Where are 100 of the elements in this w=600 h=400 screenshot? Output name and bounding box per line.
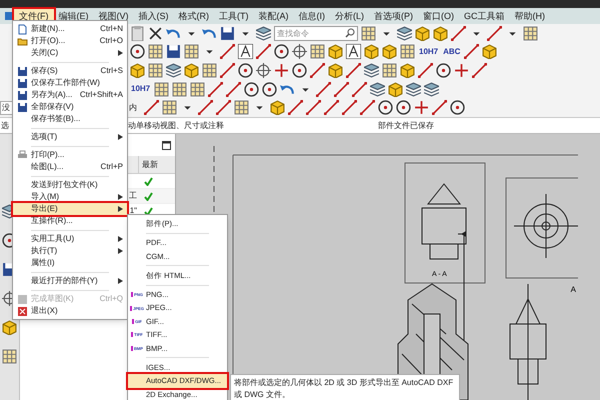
grid-icon[interactable] xyxy=(202,62,217,78)
line-icon[interactable] xyxy=(472,62,487,78)
menu-item[interactable]: 最近打开的部件(Y) xyxy=(13,275,127,287)
circle-icon[interactable] xyxy=(244,82,260,97)
menu-item[interactable]: 另存为(A)... Ctrl+Shift+A xyxy=(13,89,127,101)
menu-item[interactable]: 窗口(O) xyxy=(418,9,459,23)
column-header[interactable]: 最新 xyxy=(139,156,175,173)
menu-item[interactable]: 退出(X) xyxy=(13,305,127,317)
line-icon[interactable] xyxy=(360,100,375,116)
cube-icon[interactable] xyxy=(400,62,415,78)
circle-icon[interactable] xyxy=(378,100,393,116)
grid-icon[interactable] xyxy=(361,26,376,41)
line-icon[interactable] xyxy=(220,44,235,60)
cube-icon[interactable] xyxy=(130,62,145,78)
layers-icon[interactable] xyxy=(397,26,412,41)
layers-icon[interactable] xyxy=(364,62,379,78)
line-icon[interactable] xyxy=(216,100,231,116)
circle-icon[interactable] xyxy=(274,44,289,60)
menu-item[interactable]: 仅保存工作部件(W) xyxy=(13,77,127,89)
plus-icon[interactable] xyxy=(454,62,469,78)
line-icon[interactable] xyxy=(352,82,368,97)
toolbar-icon-label[interactable]: 10H7 xyxy=(130,83,152,96)
grid-icon[interactable] xyxy=(162,100,177,116)
line-icon[interactable] xyxy=(198,100,213,116)
layers-icon[interactable] xyxy=(424,82,440,97)
grid-icon[interactable] xyxy=(523,26,538,41)
letter-icon[interactable] xyxy=(346,44,361,60)
line-icon[interactable] xyxy=(346,62,361,78)
cube-icon[interactable] xyxy=(364,44,379,60)
cube-icon[interactable] xyxy=(415,26,430,41)
cube-icon[interactable] xyxy=(328,62,343,78)
menu-item[interactable]: 关闭(C) xyxy=(13,47,127,59)
toolbar-icon-label[interactable]: 10H7 xyxy=(418,46,440,58)
menu-item[interactable]: 实用工具(U) xyxy=(13,233,127,245)
line-icon[interactable] xyxy=(288,100,303,116)
save-icon[interactable] xyxy=(166,44,181,60)
toolbar-icon-label[interactable]: ABC xyxy=(442,46,462,58)
layers-icon[interactable] xyxy=(256,26,271,41)
menu-item[interactable]: 工具(T) xyxy=(214,9,254,23)
menu-item[interactable]: 保存书签(B)... xyxy=(13,113,127,125)
menu-item[interactable]: 绘图(L)... Ctrl+P xyxy=(13,161,127,173)
plus-icon[interactable] xyxy=(274,62,289,78)
circle-icon[interactable] xyxy=(262,82,278,97)
line-icon[interactable] xyxy=(226,82,242,97)
menu-item[interactable]: 保存(S) Ctrl+S xyxy=(13,65,127,77)
menu-item[interactable]: 插入(S) xyxy=(134,9,174,23)
grid-icon[interactable] xyxy=(148,62,163,78)
line-icon[interactable] xyxy=(342,100,357,116)
menu-item[interactable]: 格式(R) xyxy=(174,9,214,23)
line-icon[interactable] xyxy=(316,82,332,97)
line-icon[interactable] xyxy=(464,44,480,60)
cube-icon[interactable] xyxy=(184,62,199,78)
grid-icon[interactable] xyxy=(154,82,170,97)
cube-icon[interactable] xyxy=(388,82,404,97)
layers-icon[interactable] xyxy=(370,82,386,97)
cube-icon[interactable] xyxy=(433,26,448,41)
menu-item[interactable]: 信息(I) xyxy=(294,9,330,23)
cube-icon[interactable] xyxy=(382,44,397,60)
menu-item[interactable]: 分析(L) xyxy=(330,9,369,23)
line-icon[interactable] xyxy=(334,82,350,97)
letter-icon[interactable] xyxy=(238,44,253,60)
line-icon[interactable] xyxy=(256,44,271,60)
menu-item[interactable]: 执行(T) xyxy=(13,245,127,257)
menu-item[interactable]: 导入(M) xyxy=(13,191,127,203)
layers-icon[interactable] xyxy=(166,62,181,78)
line-icon[interactable] xyxy=(432,100,447,116)
line-icon[interactable] xyxy=(451,26,466,41)
menu-item[interactable]: 打印(P)... xyxy=(13,149,127,161)
menu-item[interactable]: 首选项(P) xyxy=(369,9,418,23)
crosshair-icon[interactable] xyxy=(292,44,307,60)
crosshair-icon[interactable] xyxy=(256,62,271,78)
menu-item[interactable]: 选项(T) xyxy=(13,131,127,143)
search-field[interactable]: 查找命令 xyxy=(274,26,358,41)
grid-icon[interactable] xyxy=(310,44,325,60)
grid-icon[interactable] xyxy=(382,62,397,78)
line-icon[interactable] xyxy=(220,62,235,78)
cube-icon[interactable] xyxy=(482,44,498,60)
circle-icon[interactable] xyxy=(396,100,411,116)
menu-item[interactable]: 互操作(R)... xyxy=(13,215,127,227)
menu-item[interactable]: 装配(A) xyxy=(254,9,294,23)
grid-icon[interactable] xyxy=(148,44,163,60)
line-icon[interactable] xyxy=(310,62,325,78)
grid-icon[interactable] xyxy=(234,100,249,116)
circle-icon[interactable] xyxy=(130,44,145,60)
grid-icon[interactable] xyxy=(400,44,415,60)
layers-icon[interactable] xyxy=(406,82,422,97)
menu-item[interactable]: 新建(N)... Ctrl+N xyxy=(13,23,127,35)
line-icon[interactable] xyxy=(324,100,339,116)
menu-item[interactable]: 发送到打包文件(K) xyxy=(13,179,127,191)
plus-icon[interactable] xyxy=(414,100,429,116)
grid-icon[interactable] xyxy=(184,44,199,60)
menu-item[interactable]: 帮助(H) xyxy=(510,9,550,23)
menu-item[interactable]: 属性(I) xyxy=(13,257,127,269)
close-icon[interactable] xyxy=(148,26,163,41)
menu-item[interactable]: 打开(O)... Ctrl+O xyxy=(13,35,127,47)
grid-icon[interactable] xyxy=(172,82,188,97)
menu-item[interactable]: 导出(E) xyxy=(13,203,127,215)
circle-icon[interactable] xyxy=(450,100,465,116)
grid-icon[interactable] xyxy=(190,82,206,97)
circle-icon[interactable] xyxy=(436,62,451,78)
